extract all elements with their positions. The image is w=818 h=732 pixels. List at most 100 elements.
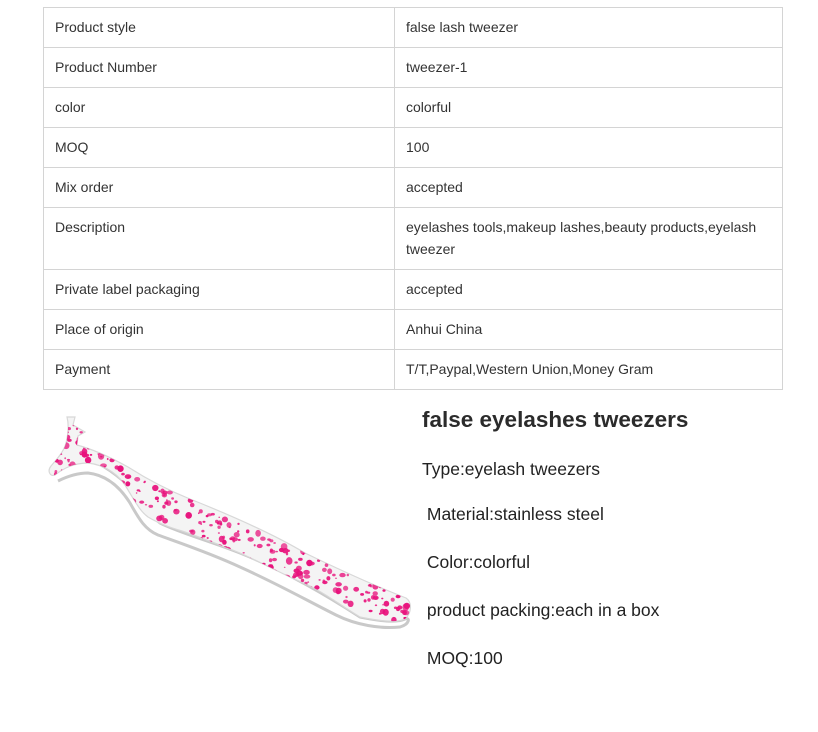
speckle-dot [66,427,71,431]
speckle-dot [403,602,411,609]
speckle-dot [135,492,138,494]
speckle-dot [65,431,69,434]
speckle-dot [217,525,221,529]
table-row: Product style false lash tweezer [43,7,783,48]
spec-label: Payment [43,349,395,390]
speckle-dot [68,464,71,466]
speckle-dot [332,573,336,577]
speckle-dot [198,521,202,525]
speckle-dot [374,604,378,607]
speckle-dot [322,580,328,585]
speckle-dot [260,536,266,541]
speckle-dot [378,612,381,615]
speckle-dot [84,456,92,464]
speckle-dot [88,480,91,483]
speckle-dot [270,569,278,575]
speckle-dot [298,557,303,561]
speckle-dot [382,608,389,616]
speckle-dot [79,451,84,456]
speckle-dot [400,609,405,614]
speckle-dot [75,427,79,431]
speckle-dot [296,565,302,571]
speckle-dot [79,463,85,468]
speckle-dot [143,481,146,484]
speckle-dot [268,558,273,563]
speckle-dot [156,500,159,503]
spec-label: Mix order [43,167,395,208]
speckle-dot [162,504,166,509]
product-info: false eyelashes tweezers Type:eyelash tw… [422,404,802,668]
speckle-dot [67,438,72,442]
packing-line: product packing:each in a box [422,600,660,620]
speckle-dot [102,483,108,488]
speckle-dot [201,529,205,533]
speckle-dot [206,537,209,539]
speckle-dot [221,516,228,523]
speckle-dot [171,497,175,500]
speckle-dot [247,537,254,542]
spec-label: Private label packaging [43,269,395,310]
speckle-dot [322,567,327,572]
speckle-dot [303,569,310,575]
speckle-dot [122,487,125,490]
speckle-dot [57,459,63,466]
speckle-dot [346,573,349,577]
spec-value: eyelashes tools,makeup lashes,beauty pro… [394,207,783,270]
speckle-dot [198,512,200,515]
speckle-dot [381,597,384,600]
speckle-dot [273,542,276,544]
spec-label: color [43,87,395,128]
speckle-dot [100,455,103,458]
speckle-dot [102,482,106,486]
speckle-dot [268,564,274,568]
table-row: MOQ 100 [43,127,783,168]
speckle-dot [237,522,240,525]
spec-label: Product style [43,7,395,48]
speckle-dot [382,589,386,592]
speckle-dot [96,477,102,483]
spec-value: accepted [394,269,783,310]
speckle-dot [216,521,220,525]
speckle-dot [280,543,288,551]
speckle-dot [353,586,360,592]
speckle-dot [327,568,333,575]
speckle-dot [272,557,277,562]
speckle-dot [372,595,379,600]
table-row: color colorful [43,87,783,128]
speckle-dot [75,439,82,446]
speckle-dot [202,520,206,523]
speckle-dot [53,440,59,447]
speckle-dot [294,561,298,564]
speckle-dot [269,549,276,554]
speckle-dot [376,579,380,583]
speckle-dot [174,500,178,504]
speckle-dot [57,420,64,425]
speckle-dot [189,502,195,508]
spec-value: tweezer-1 [394,47,783,88]
speckle-dot [66,458,71,461]
speckle-dot [300,578,305,583]
speckle-dot [253,544,256,547]
spec-label: Description [43,207,395,270]
speckle-dot [366,591,371,594]
speckle-dot [76,436,82,442]
table-row: Mix order accepted [43,167,783,208]
speckle-dot [152,484,159,492]
speckle-dot [125,481,131,487]
speckle-dot [79,465,86,471]
spec-value: colorful [394,87,783,128]
speckle-dot [306,559,313,567]
speckle-dot [269,539,274,543]
speckle-dot [360,593,365,596]
speckle-dot [335,577,337,579]
speckle-dot [134,477,141,482]
speckle-dot [300,572,303,575]
spec-label: Place of origin [43,309,395,350]
product-spec-table: Product style false lash tweezer Product… [43,7,783,390]
speckle-dot [144,503,148,506]
speckle-dot [237,538,241,541]
speckle-dot [139,500,145,504]
speckle-dot [335,582,342,587]
speckle-dot [372,591,378,596]
spec-label: Product Number [43,47,395,88]
